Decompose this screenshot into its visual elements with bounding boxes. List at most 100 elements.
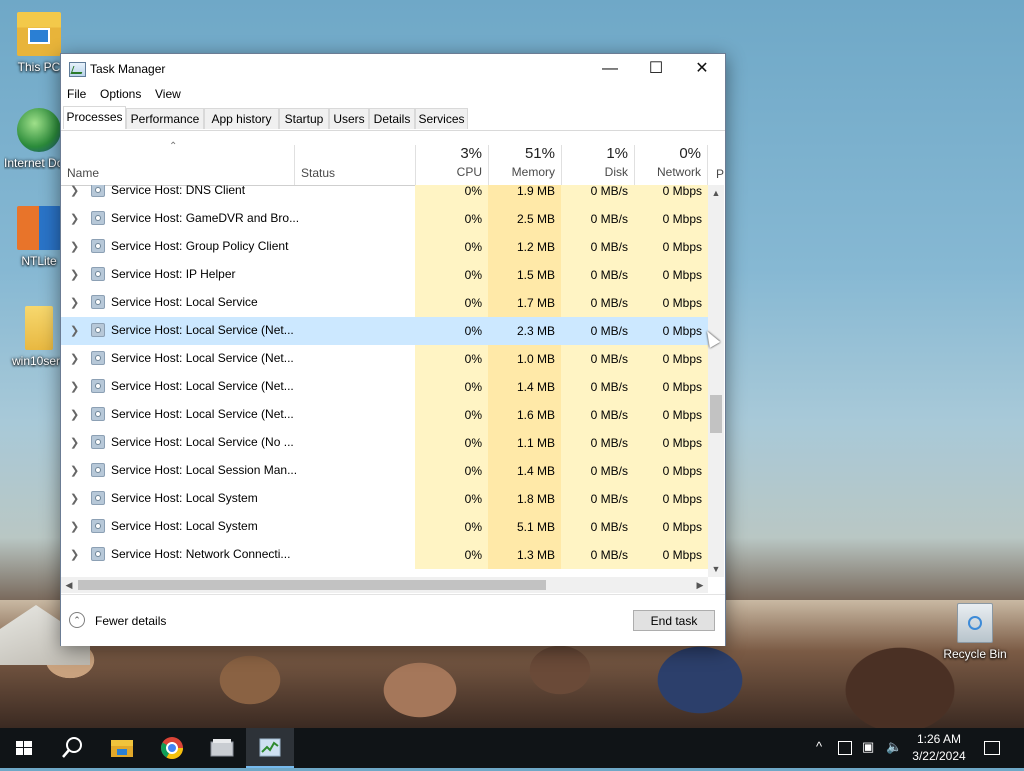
disk-cell: 0 MB/s bbox=[561, 345, 634, 373]
network-icon[interactable]: ▣ bbox=[862, 739, 874, 755]
system-clock[interactable]: 1:26 AM 3/22/2024 bbox=[906, 731, 972, 765]
menu-file[interactable]: File bbox=[67, 87, 86, 101]
chrome-icon bbox=[161, 737, 183, 759]
table-row[interactable]: ❯ Service Host: Local Service (No ... 0% 1.… bbox=[61, 429, 708, 457]
expand-chevron-icon[interactable]: ❯ bbox=[70, 380, 79, 393]
taskbar-app-installer[interactable] bbox=[198, 728, 246, 768]
table-row[interactable]: ❯ Service Host: Local Service (Net... 0% 1.… bbox=[61, 345, 708, 373]
window-title: Task Manager bbox=[90, 62, 166, 76]
table-row[interactable]: ❯ Service Host: GameDVR and Bro... 0% 2.5 M… bbox=[61, 205, 708, 233]
close-button[interactable]: ✕ bbox=[679, 54, 725, 84]
expand-chevron-icon[interactable]: ❯ bbox=[70, 240, 79, 253]
taskbar-task-manager[interactable] bbox=[246, 728, 294, 768]
network-cell: 0 Mbps bbox=[634, 345, 708, 373]
minimize-button[interactable]: — bbox=[587, 54, 633, 84]
tab-performance[interactable]: Performance bbox=[126, 108, 204, 129]
table-row[interactable]: ❯ Service Host: Local Session Man... 0% 1.4… bbox=[61, 457, 708, 485]
expand-chevron-icon[interactable]: ❯ bbox=[70, 324, 79, 337]
vertical-scrollbar[interactable]: ▲ ▼ bbox=[708, 185, 724, 577]
table-row[interactable]: ❯ Service Host: Local Service (Net... 0% 1.… bbox=[61, 373, 708, 401]
tab-services[interactable]: Services bbox=[415, 108, 468, 129]
end-task-button[interactable]: End task bbox=[633, 610, 715, 631]
expand-chevron-icon[interactable]: ❯ bbox=[70, 548, 79, 561]
process-name: Service Host: Local System bbox=[111, 491, 258, 505]
expand-chevron-icon[interactable]: ❯ bbox=[70, 492, 79, 505]
process-name: Service Host: Group Policy Client bbox=[111, 239, 289, 253]
table-row[interactable]: ❯ Service Host: Local System 0% 1.8 MB 0 MB/… bbox=[61, 485, 708, 513]
expand-chevron-icon[interactable]: ❯ bbox=[70, 436, 79, 449]
taskbar-chrome[interactable] bbox=[148, 728, 196, 768]
tray-overflow-chevron[interactable]: ^ bbox=[816, 739, 822, 754]
table-row[interactable]: ❯ Service Host: DNS Client 0% 1.9 MB 0 MB/s 0… bbox=[61, 185, 708, 205]
column-divider bbox=[707, 145, 708, 185]
network-cell: 0 Mbps bbox=[634, 373, 708, 401]
scroll-right-icon[interactable]: ▶ bbox=[692, 577, 708, 593]
maximize-button[interactable]: ☐ bbox=[633, 54, 679, 84]
tray-app-icon[interactable] bbox=[838, 741, 852, 755]
service-gear-icon bbox=[91, 267, 105, 281]
fewer-details-link[interactable]: Fewer details bbox=[95, 614, 166, 628]
column-header-name[interactable]: Name bbox=[67, 166, 99, 180]
volume-muted-icon[interactable]: 🔈 bbox=[886, 739, 902, 755]
action-center-icon[interactable] bbox=[984, 741, 1000, 755]
menu-view[interactable]: View bbox=[155, 87, 181, 101]
expand-chevron-icon[interactable]: ❯ bbox=[70, 464, 79, 477]
expand-chevron-icon[interactable]: ❯ bbox=[70, 408, 79, 421]
task-manager-icon bbox=[259, 738, 281, 757]
table-row[interactable]: ❯ Service Host: Local System 0% 5.1 MB 0 MB/… bbox=[61, 513, 708, 541]
this-pc-icon bbox=[17, 12, 61, 56]
table-row[interactable]: ❯ Service Host: Local Service (Net... 0% 2.… bbox=[61, 317, 708, 345]
tab-app-history[interactable]: App history bbox=[204, 108, 279, 129]
table-row[interactable]: ❯ Service Host: Network Connecti... 0% 1.3 … bbox=[61, 541, 708, 569]
scroll-up-icon[interactable]: ▲ bbox=[708, 185, 724, 201]
scroll-left-icon[interactable]: ◀ bbox=[61, 577, 77, 593]
column-header-status[interactable]: Status bbox=[301, 166, 335, 180]
memory-cell: 1.2 MB bbox=[488, 233, 561, 261]
service-gear-icon bbox=[91, 519, 105, 533]
expand-chevron-icon[interactable]: ❯ bbox=[70, 296, 79, 309]
horizontal-scrollbar[interactable]: ◀ ▶ bbox=[61, 577, 708, 593]
table-row[interactable]: ❯ Service Host: IP Helper 0% 1.5 MB 0 MB/s 0 … bbox=[61, 261, 708, 289]
column-header-memory[interactable]: 51% Memory bbox=[488, 145, 555, 179]
column-header-disk[interactable]: 1% Disk bbox=[561, 145, 628, 179]
process-name: Service Host: DNS Client bbox=[111, 185, 246, 197]
disk-cell: 0 MB/s bbox=[561, 457, 634, 485]
column-header-network[interactable]: 0% Network bbox=[634, 145, 701, 179]
tab-processes[interactable]: Processes bbox=[63, 106, 126, 129]
memory-cell: 1.5 MB bbox=[488, 261, 561, 289]
installer-box-icon bbox=[210, 739, 234, 757]
expand-chevron-icon[interactable]: ❯ bbox=[70, 185, 79, 197]
start-button[interactable] bbox=[0, 728, 48, 768]
horizontal-scroll-thumb[interactable] bbox=[78, 580, 546, 590]
expand-chevron-icon[interactable]: ❯ bbox=[70, 352, 79, 365]
column-header-cpu[interactable]: 3% CPU bbox=[415, 145, 482, 179]
menu-options[interactable]: Options bbox=[100, 87, 141, 101]
vertical-scroll-thumb[interactable] bbox=[710, 395, 722, 433]
expand-chevron-icon[interactable]: ❯ bbox=[70, 212, 79, 225]
search-button[interactable] bbox=[48, 728, 96, 768]
process-name: Service Host: Network Connecti... bbox=[111, 547, 291, 561]
cpu-label: CPU bbox=[456, 165, 482, 179]
table-row[interactable]: ❯ Service Host: Group Policy Client 0% 1.2 … bbox=[61, 233, 708, 261]
tab-startup[interactable]: Startup bbox=[279, 108, 329, 129]
table-row[interactable]: ❯ Service Host: Local Service (Net... 0% 1.… bbox=[61, 401, 708, 429]
service-gear-icon bbox=[91, 239, 105, 253]
table-row[interactable]: ❯ Service Host: Local Service 0% 1.7 MB 0 MB… bbox=[61, 289, 708, 317]
cpu-cell: 0% bbox=[415, 485, 488, 513]
tab-details[interactable]: Details bbox=[369, 108, 415, 129]
chevron-up-circle-icon[interactable]: ⌃ bbox=[69, 612, 85, 628]
disk-cell: 0 MB/s bbox=[561, 401, 634, 429]
tab-users[interactable]: Users bbox=[329, 108, 369, 129]
expand-chevron-icon[interactable]: ❯ bbox=[70, 268, 79, 281]
table-header: ⌃ Name Status 3% CPU 51% Memory 1% Disk … bbox=[61, 131, 708, 186]
network-cell: 0 Mbps bbox=[634, 513, 708, 541]
process-name: Service Host: Local Session Man... bbox=[111, 463, 298, 477]
process-name: Service Host: Local Service (No ... bbox=[111, 435, 294, 449]
title-bar[interactable]: Task Manager — ☐ ✕ bbox=[61, 54, 725, 84]
column-header-power-partial[interactable]: P bbox=[716, 167, 724, 181]
scroll-down-icon[interactable]: ▼ bbox=[708, 561, 724, 577]
desktop-icon-recycle-bin[interactable]: Recycle Bin bbox=[940, 603, 1010, 661]
cpu-cell: 0% bbox=[415, 289, 488, 317]
expand-chevron-icon[interactable]: ❯ bbox=[70, 520, 79, 533]
taskbar-file-explorer[interactable] bbox=[98, 728, 146, 768]
